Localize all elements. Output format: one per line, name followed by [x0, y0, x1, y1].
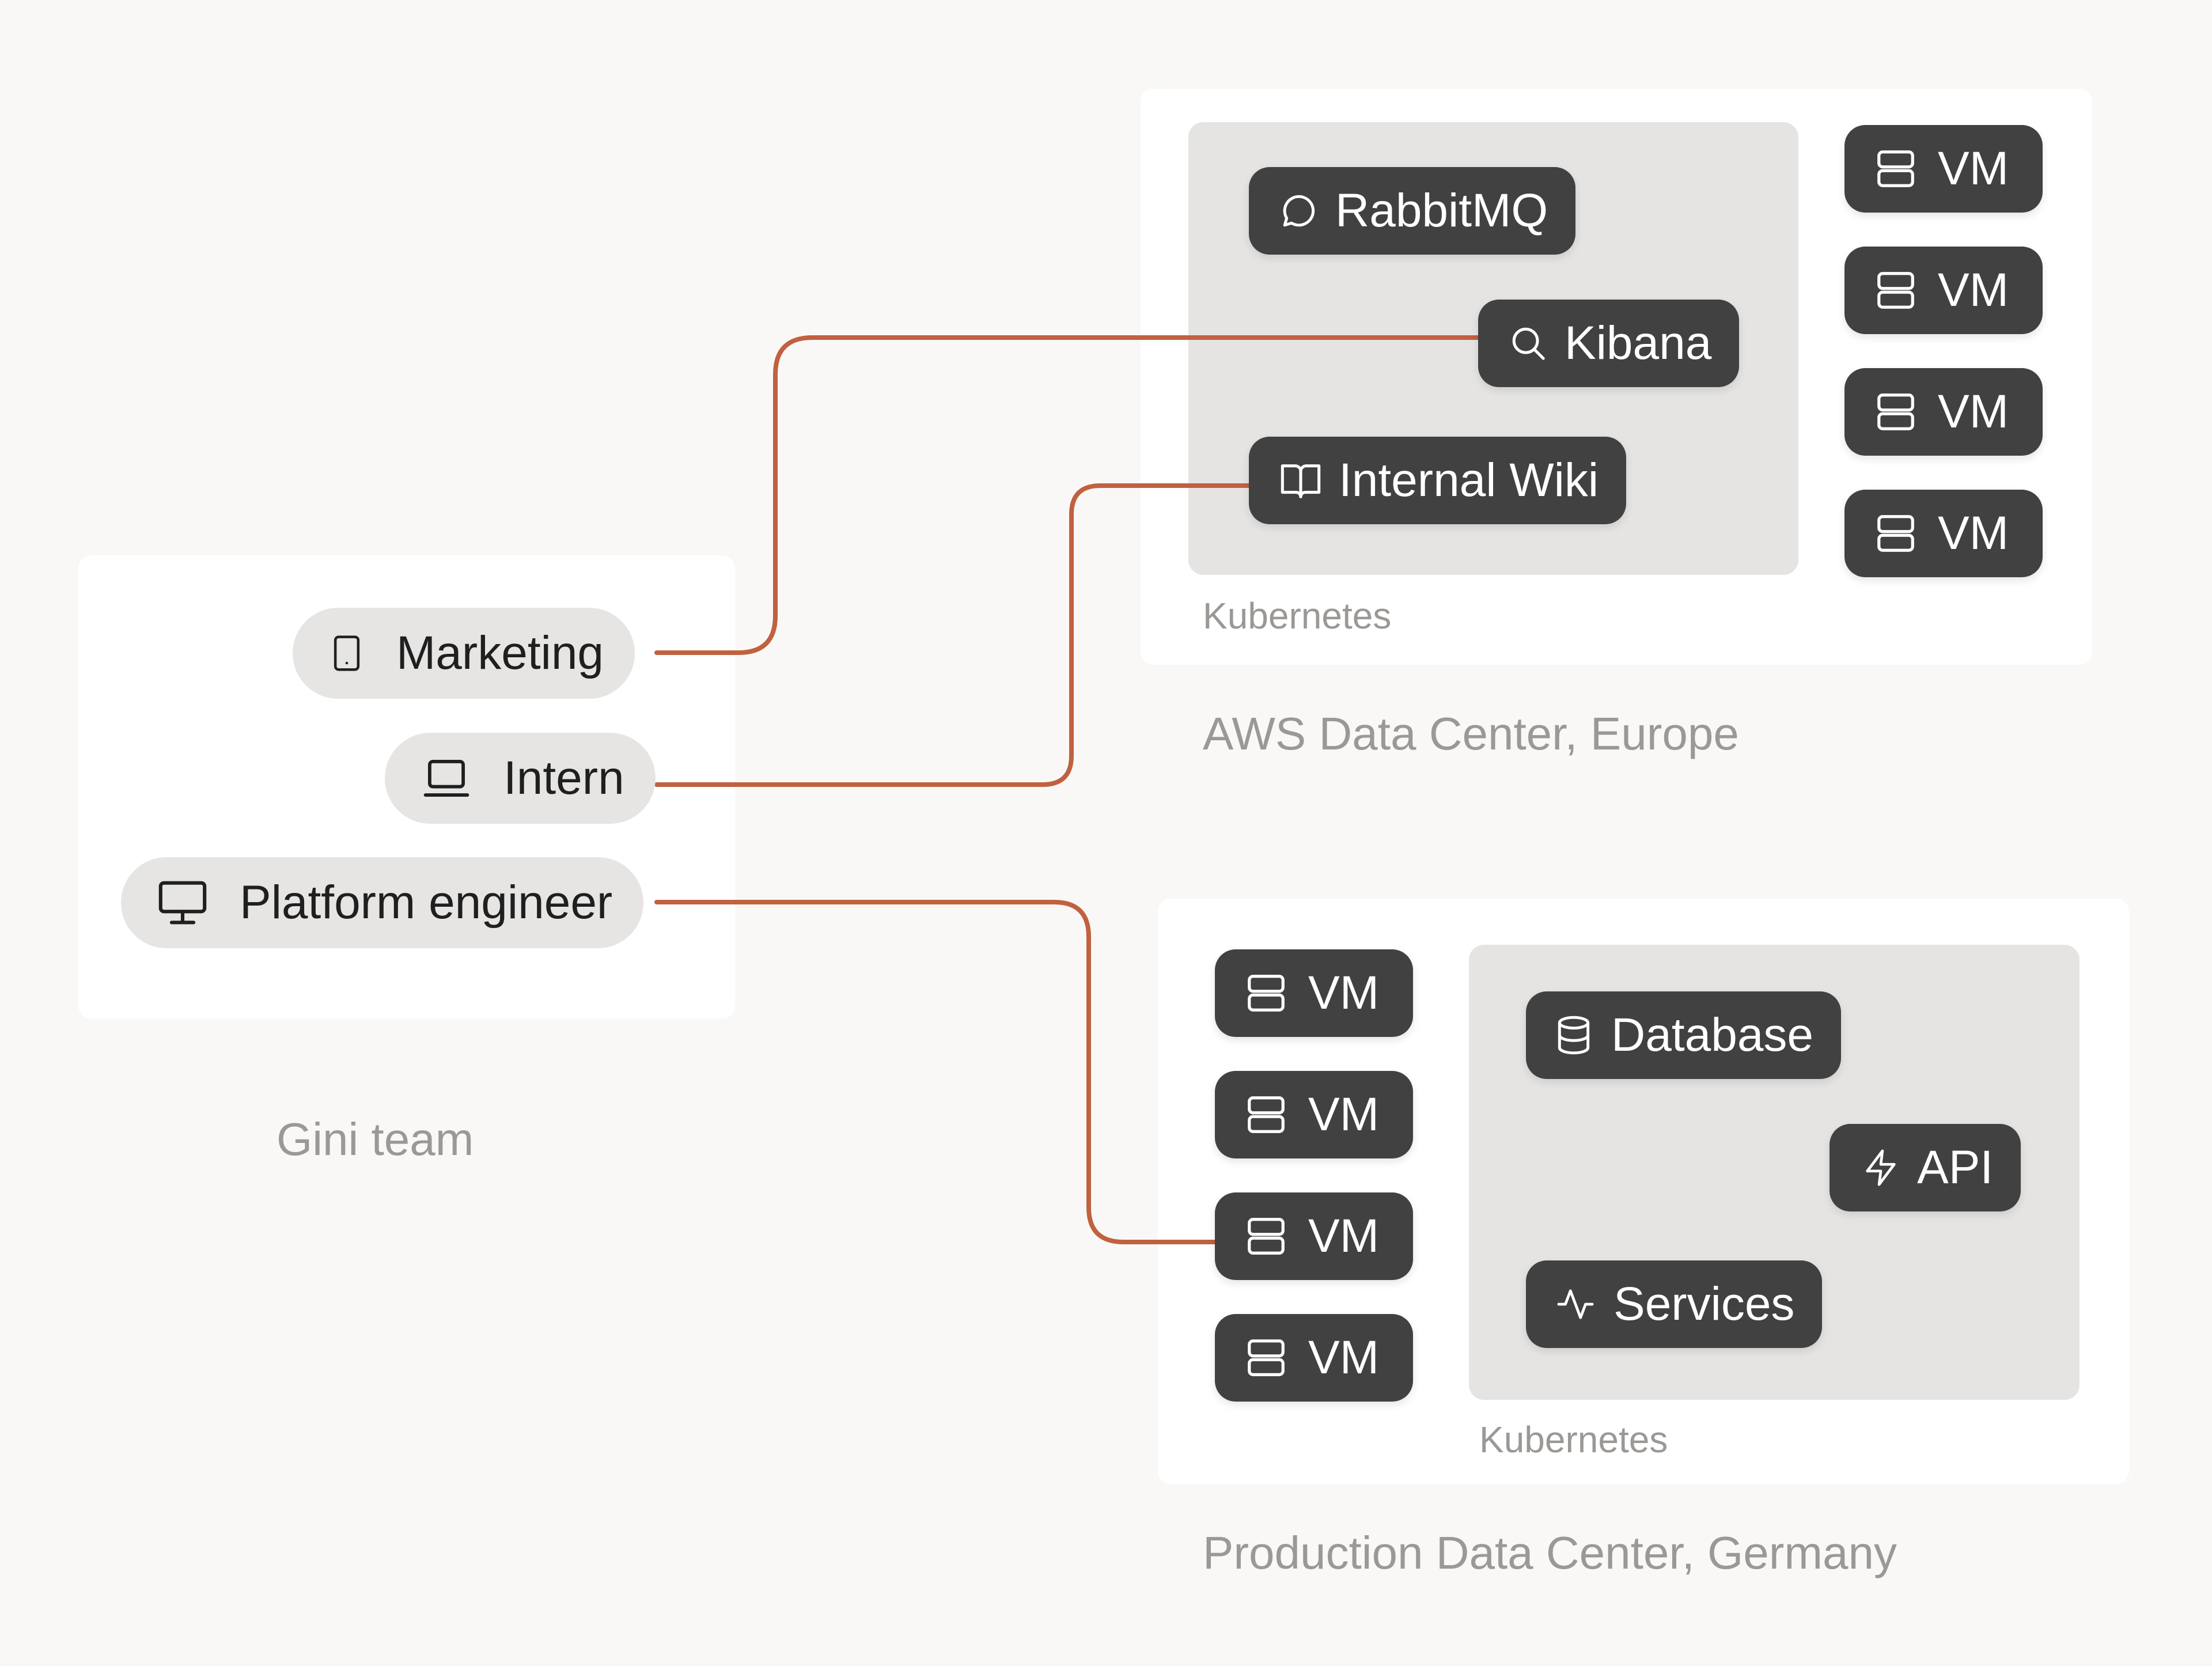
prod-vm-3[interactable]: VM	[1215, 1192, 1413, 1280]
laptop-icon	[423, 760, 469, 797]
service-kibana[interactable]: Kibana	[1478, 300, 1740, 387]
vm-label: VM	[1308, 1331, 1379, 1384]
lightning-icon	[1866, 1149, 1896, 1186]
person-platform-engineer[interactable]: Platform engineer	[121, 857, 644, 948]
service-label: RabbitMQ	[1335, 184, 1548, 237]
database-icon	[1558, 1016, 1590, 1055]
person-label: Intern	[503, 752, 624, 804]
prod-vm-2[interactable]: VM	[1215, 1071, 1413, 1158]
person-intern[interactable]: Intern	[385, 733, 656, 824]
aws-vm-1[interactable]: VM	[1844, 125, 2043, 213]
aws-vm-2[interactable]: VM	[1844, 247, 2043, 334]
server-icon	[1877, 150, 1914, 187]
gini-team-title: Gini team	[276, 1114, 474, 1165]
book-icon	[1281, 464, 1321, 499]
vm-label: VM	[1938, 142, 2009, 195]
connector-intern-internal-wiki	[654, 483, 1252, 787]
person-label: Marketing	[396, 627, 604, 679]
server-icon	[1248, 1096, 1285, 1133]
service-label: Internal Wiki	[1339, 454, 1599, 506]
production-data-center-title: Production Data Center, Germany	[1203, 1527, 1897, 1578]
server-icon	[1877, 515, 1914, 552]
aws-kubernetes-label: Kubernetes	[1203, 595, 1392, 637]
vm-label: VM	[1938, 385, 2009, 438]
vm-label: VM	[1938, 264, 2009, 316]
monitor-icon	[158, 881, 207, 925]
tablet-icon	[334, 635, 360, 671]
service-database[interactable]: Database	[1526, 991, 1842, 1079]
vm-label: VM	[1308, 1210, 1379, 1262]
service-services[interactable]: Services	[1526, 1260, 1823, 1348]
service-label: Database	[1611, 1009, 1814, 1061]
aws-vm-3[interactable]: VM	[1844, 368, 2043, 456]
chat-bubble-icon	[1283, 195, 1315, 227]
vm-label: VM	[1938, 507, 2009, 559]
service-api[interactable]: API	[1830, 1124, 2021, 1211]
person-marketing[interactable]: Marketing	[293, 608, 635, 699]
prod-vm-1[interactable]: VM	[1215, 949, 1413, 1037]
prod-vm-4[interactable]: VM	[1215, 1314, 1413, 1402]
service-internal-wiki[interactable]: Internal Wiki	[1249, 437, 1627, 524]
service-label: Services	[1613, 1278, 1795, 1330]
activity-icon	[1557, 1289, 1594, 1319]
server-icon	[1248, 975, 1285, 1012]
aws-vm-4[interactable]: VM	[1844, 490, 2043, 577]
service-rabbitmq[interactable]: RabbitMQ	[1249, 167, 1576, 255]
person-label: Platform engineer	[240, 876, 613, 929]
aws-data-center-title: AWS Data Center, Europe	[1203, 708, 1739, 759]
connector-platform-engineer-vm	[654, 900, 1218, 1244]
server-icon	[1248, 1339, 1285, 1376]
server-icon	[1877, 393, 1914, 430]
vm-label: VM	[1308, 1088, 1379, 1141]
service-label: API	[1917, 1141, 1994, 1194]
vm-label: VM	[1308, 967, 1379, 1019]
server-icon	[1248, 1218, 1285, 1255]
service-label: Kibana	[1565, 317, 1712, 369]
server-icon	[1877, 272, 1914, 309]
prod-kubernetes-label: Kubernetes	[1479, 1419, 1668, 1460]
search-icon	[1512, 327, 1545, 360]
